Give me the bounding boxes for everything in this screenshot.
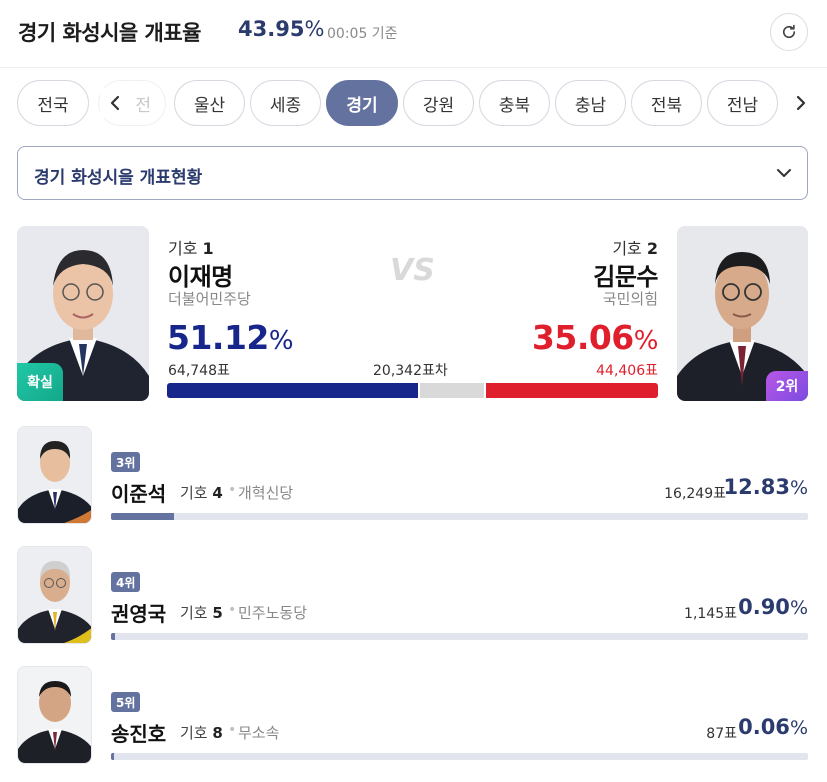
refresh-button[interactable] [770, 13, 808, 51]
tab-region[interactable]: 세종 [250, 80, 321, 126]
candidate-party: 개혁신당 [238, 484, 294, 502]
candidate-number: 기호 5 [180, 604, 223, 622]
vote-gap: 20,342표차 [373, 363, 448, 379]
tab-region-active[interactable]: 경기 [326, 80, 398, 126]
tab-region[interactable]: 전국 [17, 80, 89, 126]
candidate-photo-2: 2위 [677, 226, 808, 401]
tab-region[interactable]: 충남 [555, 80, 626, 126]
portrait-image [18, 427, 91, 523]
win-badge: 확실 [17, 363, 63, 401]
vote-share-bar [167, 383, 658, 398]
candidate-party: 민주노동당 [238, 604, 308, 622]
candidate-party: 더불어민주당 [168, 290, 251, 308]
region-tabs: 전국 전 울산 세종 경기 강원 충북 충남 전북 전남 [0, 80, 827, 126]
tab-region[interactable]: 울산 [174, 80, 245, 126]
vote-share-bar-right [486, 383, 658, 398]
candidate-votes: 87표 [706, 726, 737, 742]
rank-badge: 2위 [766, 371, 808, 401]
candidate-party: 무소속 [238, 724, 280, 742]
tab-region[interactable]: 전남 [707, 80, 778, 126]
vote-share-fill [111, 513, 174, 520]
header: 경기 화성시을 개표율 43.95% 00:05 기준 [0, 0, 827, 68]
vote-share-fill [111, 753, 114, 760]
portrait-image [18, 547, 91, 643]
candidate-votes: 64,748표 [168, 363, 230, 379]
candidate-photo-1: 확실 [17, 226, 149, 401]
candidate-photo-5 [17, 666, 92, 764]
page-title: 경기 화성시을 개표율 [18, 21, 202, 45]
candidate-percent: 0.90% [738, 595, 808, 619]
candidate-party: 국민의힘 [602, 290, 658, 308]
tabs-prev-button[interactable] [100, 88, 130, 118]
rank-badge: 5위 [111, 692, 141, 712]
district-select[interactable]: 경기 화성시을 개표현황 [17, 146, 808, 200]
chevron-left-icon [110, 95, 120, 111]
candidate-number: 기호 4 [180, 484, 223, 502]
separator-dot: • [228, 602, 237, 618]
rank-badge: 4위 [111, 572, 141, 592]
count-rate: 43.95% [238, 17, 325, 41]
candidate-photo-4 [17, 546, 92, 644]
candidate-name: 이재명 [168, 263, 233, 291]
candidate-votes: 44,406표 [596, 363, 658, 379]
candidate-row: 4위 권영국 기호 5 • 민주노동당 1,145표 0.90% [0, 546, 827, 656]
separator-dot: • [228, 722, 237, 738]
tabs-next-button[interactable] [786, 88, 816, 118]
candidate-percent: 0.06% [738, 715, 808, 739]
chevron-right-icon [796, 95, 806, 111]
candidate-name: 이준석 [111, 482, 167, 506]
bar-divider [418, 383, 420, 398]
candidate-percent: 51.12% [167, 318, 294, 357]
candidate-votes: 1,145표 [684, 606, 737, 622]
candidate-number: 기호 1 [168, 239, 214, 258]
chevron-down-icon [777, 169, 791, 177]
district-select-label: 경기 화성시을 개표현황 [34, 168, 203, 188]
tab-region[interactable]: 충북 [479, 80, 550, 126]
vote-share-bar [111, 633, 808, 640]
vote-share-fill [111, 633, 115, 640]
vs-label: VS [390, 253, 435, 288]
update-time: 00:05 기준 [327, 26, 398, 42]
candidate-number: 기호 2 [612, 239, 658, 258]
separator-dot: • [228, 482, 237, 498]
candidate-name: 송진호 [111, 722, 167, 746]
tab-region[interactable]: 강원 [403, 80, 474, 126]
candidate-photo-3 [17, 426, 92, 524]
bar-divider [484, 383, 486, 398]
candidate-number: 기호 8 [180, 724, 223, 742]
candidate-row: 3위 이준석 기호 4 • 개혁신당 16,249표 12.83% [0, 426, 827, 536]
tab-region[interactable]: 전북 [631, 80, 702, 126]
candidate-row: 5위 송진호 기호 8 • 무소속 87표 0.06% [0, 666, 827, 776]
portrait-image [18, 667, 91, 763]
vote-share-bar [111, 513, 808, 520]
candidate-percent: 12.83% [723, 475, 809, 499]
candidate-votes: 16,249표 [664, 486, 726, 502]
candidate-name: 김문수 [593, 263, 658, 291]
refresh-icon [782, 24, 796, 39]
candidate-percent: 35.06% [531, 318, 659, 357]
vote-share-bar [111, 753, 808, 760]
candidate-name: 권영국 [111, 602, 167, 626]
rank-badge: 3위 [111, 452, 141, 472]
vote-share-bar-left [167, 383, 418, 398]
